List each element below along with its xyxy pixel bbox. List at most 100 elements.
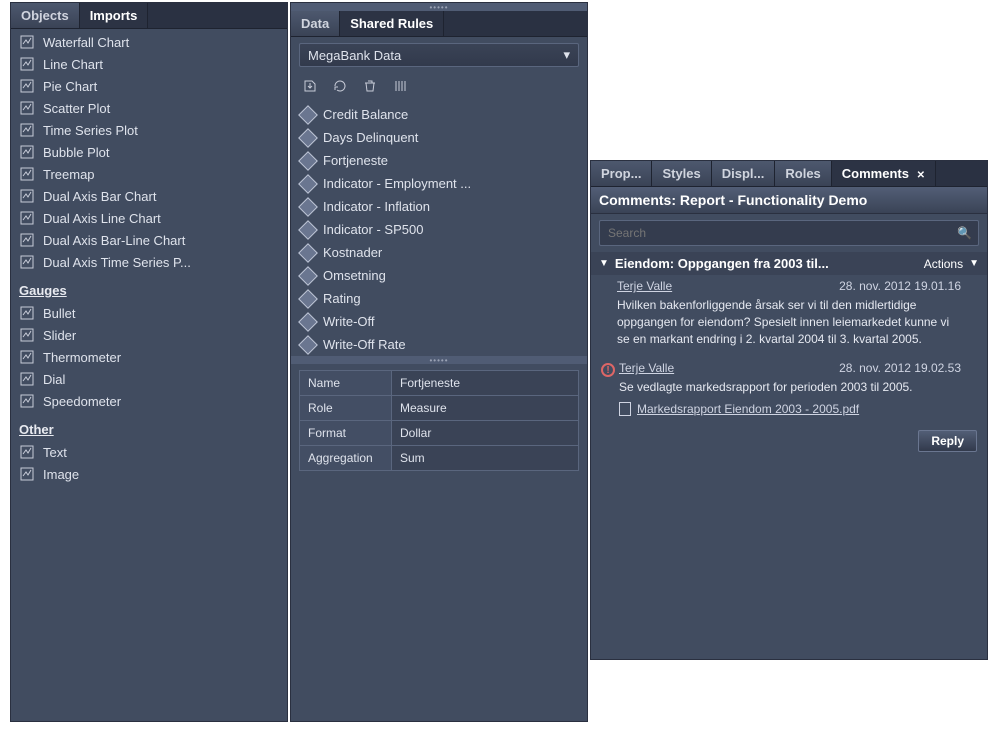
chevron-down-icon: ▾ (563, 47, 570, 63)
data-item[interactable]: Days Delinquent (291, 126, 587, 149)
collapse-icon[interactable]: ▼ (599, 258, 609, 269)
object-item[interactable]: Slider (11, 324, 287, 346)
data-item-label: Indicator - Employment ... (323, 176, 471, 191)
data-item[interactable]: Fortjeneste (291, 149, 587, 172)
prop-name: Role (300, 396, 392, 420)
chevron-down-icon[interactable]: ▼ (969, 258, 979, 269)
tab-roles[interactable]: Roles (775, 161, 831, 186)
table-row: FormatDollar (300, 421, 578, 446)
thread-header[interactable]: ▼ Eiendom: Oppgangen fra 2003 til... Act… (591, 252, 987, 275)
datasource-select[interactable]: MegaBank Data ▾ (299, 43, 579, 67)
object-item[interactable]: Dual Axis Line Chart (11, 207, 287, 229)
data-item[interactable]: Indicator - Inflation (291, 195, 587, 218)
tag-icon (298, 128, 318, 148)
prop-value[interactable]: Fortjeneste (392, 371, 578, 395)
data-item[interactable]: Rating (291, 287, 587, 310)
search-input[interactable] (606, 223, 957, 243)
tag-icon (298, 174, 318, 194)
object-item[interactable]: Text (11, 441, 287, 463)
trash-icon[interactable] (361, 77, 379, 95)
tag-icon (298, 197, 318, 217)
comment: Terje Valle28. nov. 2012 19.01.16Hvilken… (591, 275, 987, 357)
columns-icon[interactable] (391, 77, 409, 95)
object-item[interactable]: Dual Axis Bar-Line Chart (11, 229, 287, 251)
object-item[interactable]: Bubble Plot (11, 141, 287, 163)
object-item-label: Line Chart (43, 57, 103, 72)
comments-title: Comments: Report - Functionality Demo (591, 187, 987, 214)
data-item[interactable]: Omsetning (291, 264, 587, 287)
comment-attachment[interactable]: Markedsrapport Eiendom 2003 - 2005.pdf (619, 402, 961, 416)
bullet-icon (19, 305, 35, 321)
object-item-label: Scatter Plot (43, 101, 110, 116)
object-item[interactable]: Thermometer (11, 346, 287, 368)
tab-shared-rules[interactable]: Shared Rules (340, 11, 444, 36)
object-item[interactable]: Pie Chart (11, 75, 287, 97)
object-item[interactable]: Treemap (11, 163, 287, 185)
table-row: RoleMeasure (300, 396, 578, 421)
reply-button[interactable]: Reply (918, 430, 977, 452)
data-tabs: Data Shared Rules (291, 11, 587, 37)
object-item[interactable]: Speedometer (11, 390, 287, 412)
tab-objects[interactable]: Objects (11, 3, 80, 28)
tag-icon (298, 289, 318, 309)
pie-chart-icon (19, 78, 35, 94)
prop-value[interactable]: Sum (392, 446, 578, 470)
data-item[interactable]: Write-Off (291, 310, 587, 333)
data-item-label: Write-Off (323, 314, 375, 329)
data-item-label: Indicator - SP500 (323, 222, 423, 237)
object-item[interactable]: Dual Axis Bar Chart (11, 185, 287, 207)
tab-comments[interactable]: Comments ✕ (832, 161, 936, 186)
close-icon[interactable]: ✕ (917, 170, 925, 181)
object-item-label: Dual Axis Time Series P... (43, 255, 191, 270)
grip-handle[interactable] (291, 356, 587, 364)
prop-name: Aggregation (300, 446, 392, 470)
object-item[interactable]: Line Chart (11, 53, 287, 75)
data-item[interactable]: Credit Balance (291, 103, 587, 126)
comment-author[interactable]: Terje Valle (619, 361, 674, 375)
prop-value[interactable]: Measure (392, 396, 578, 420)
object-item-label: Pie Chart (43, 79, 97, 94)
refresh-icon[interactable] (331, 77, 349, 95)
object-item[interactable]: Dual Axis Time Series P... (11, 251, 287, 273)
object-item-label: Slider (43, 328, 76, 343)
object-item[interactable]: Time Series Plot (11, 119, 287, 141)
export-icon[interactable] (301, 77, 319, 95)
data-item[interactable]: Indicator - SP500 (291, 218, 587, 241)
search-icon: 🔍 (957, 226, 972, 240)
document-icon (619, 402, 631, 416)
properties-table: NameFortjenesteRoleMeasureFormatDollarAg… (299, 370, 579, 471)
object-item[interactable]: Image (11, 463, 287, 485)
objects-tabs: Objects Imports (11, 3, 287, 29)
dual-time-icon (19, 254, 35, 270)
prop-value[interactable]: Dollar (392, 421, 578, 445)
comment-date: 28. nov. 2012 19.01.16 (839, 279, 961, 293)
data-item[interactable]: Write-Off Rate (291, 333, 587, 356)
data-item[interactable]: Indicator - Employment ... (291, 172, 587, 195)
comment-body: Se vedlagte markedsrapport for perioden … (619, 379, 961, 396)
data-panel: Data Shared Rules MegaBank Data ▾ Credit… (290, 2, 588, 722)
alert-icon: ! (601, 363, 615, 377)
object-item[interactable]: Bullet (11, 302, 287, 324)
attachment-name: Markedsrapport Eiendom 2003 - 2005.pdf (637, 402, 859, 416)
tab-properties[interactable]: Prop... (591, 161, 652, 186)
tab-imports[interactable]: Imports (80, 3, 149, 28)
data-item-label: Write-Off Rate (323, 337, 406, 352)
object-item-label: Bullet (43, 306, 76, 321)
object-item[interactable]: Dial (11, 368, 287, 390)
thread-actions[interactable]: Actions (924, 257, 963, 271)
tab-data[interactable]: Data (291, 11, 340, 36)
grip-handle[interactable] (291, 3, 587, 11)
comments-search[interactable]: 🔍 (599, 220, 979, 246)
thermometer-icon (19, 349, 35, 365)
tab-styles[interactable]: Styles (652, 161, 711, 186)
object-item-label: Dual Axis Line Chart (43, 211, 161, 226)
object-item[interactable]: Scatter Plot (11, 97, 287, 119)
object-item-label: Treemap (43, 167, 95, 182)
comment-author[interactable]: Terje Valle (617, 279, 672, 293)
tag-icon (298, 243, 318, 263)
data-items-list: Credit BalanceDays DelinquentFortjeneste… (291, 103, 587, 356)
data-item[interactable]: Kostnader (291, 241, 587, 264)
object-item[interactable]: Waterfall Chart (11, 31, 287, 53)
tab-display[interactable]: Displ... (712, 161, 776, 186)
line-chart-icon (19, 56, 35, 72)
